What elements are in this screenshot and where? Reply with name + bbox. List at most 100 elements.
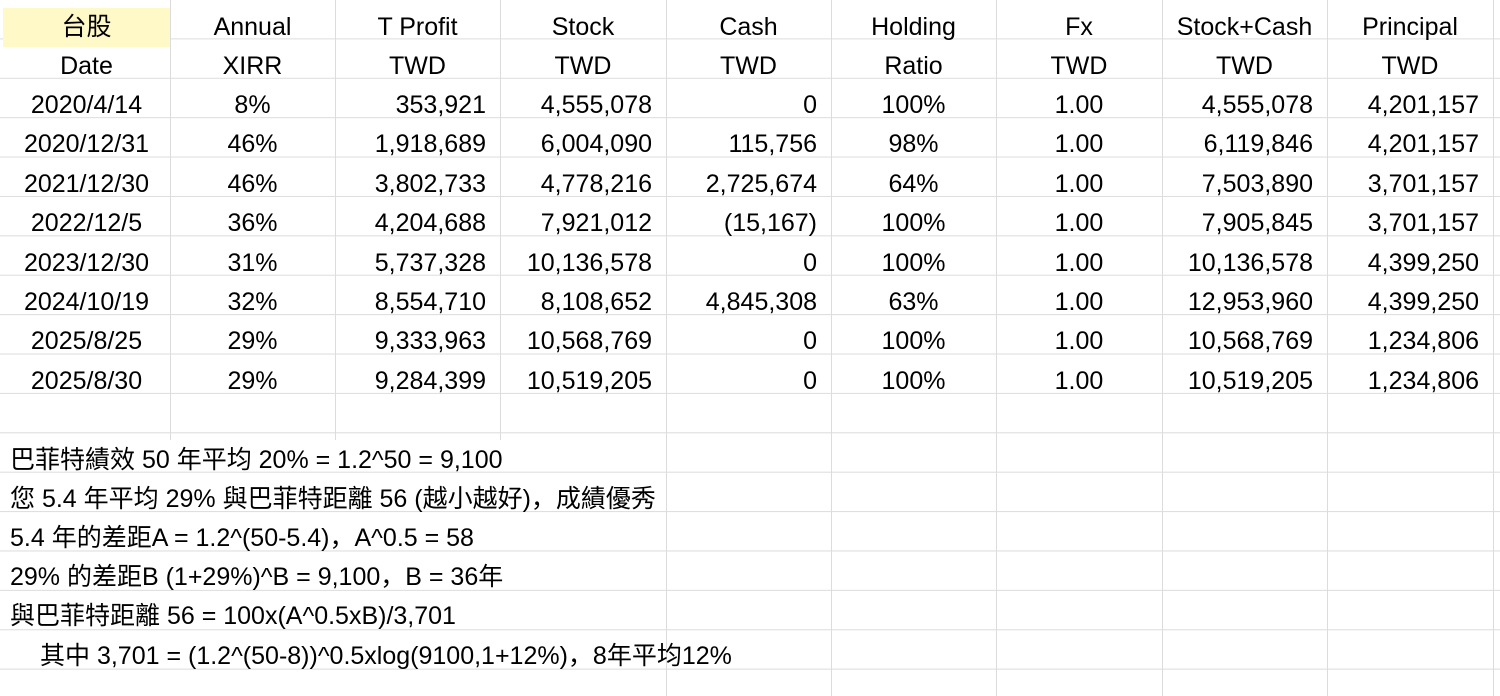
cell-stock[interactable]: 6,004,090: [500, 125, 666, 164]
cell-fx[interactable]: 1.00: [996, 125, 1162, 164]
header-cell-unit[interactable]: TWD: [996, 47, 1162, 86]
cell-date[interactable]: 2020/12/31: [3, 125, 170, 164]
cell-stock-cash[interactable]: 10,568,769: [1162, 322, 1327, 361]
header-cell-holding[interactable]: Holding: [831, 8, 996, 47]
cell-stock[interactable]: 4,778,216: [500, 165, 666, 204]
cell-principal[interactable]: 3,701,157: [1327, 165, 1493, 204]
cell-stock[interactable]: 4,555,078: [500, 86, 666, 125]
cell-fx[interactable]: 1.00: [996, 362, 1162, 401]
cell-holding-ratio[interactable]: 100%: [831, 86, 996, 125]
cell-cash[interactable]: 115,756: [666, 125, 831, 164]
table-row: 2024/10/19 32% 8,554,710 8,108,652 4,845,308…: [0, 283, 1500, 322]
cell-cash[interactable]: 4,845,308: [666, 283, 831, 322]
cell-principal[interactable]: 4,399,250: [1327, 244, 1493, 283]
cell-xirr[interactable]: 29%: [170, 362, 335, 401]
cell-stock[interactable]: 10,519,205: [500, 362, 666, 401]
cell-t-profit[interactable]: 353,921: [335, 86, 500, 125]
cell-fx[interactable]: 1.00: [996, 244, 1162, 283]
cell-t-profit[interactable]: 5,737,328: [335, 244, 500, 283]
cell-date[interactable]: 2021/12/30: [3, 165, 170, 204]
header-cell-market[interactable]: 台股: [3, 8, 170, 47]
cell-fx[interactable]: 1.00: [996, 283, 1162, 322]
cell-t-profit[interactable]: 1,918,689: [335, 125, 500, 164]
cell-cash[interactable]: 0: [666, 362, 831, 401]
cell-stock-cash[interactable]: 7,503,890: [1162, 165, 1327, 204]
cell-principal[interactable]: 1,234,806: [1327, 362, 1493, 401]
cell-stock-cash[interactable]: 7,905,845: [1162, 204, 1327, 243]
cell-date[interactable]: 2022/12/5: [3, 204, 170, 243]
header-cell-principal[interactable]: Principal: [1327, 8, 1493, 47]
cell-t-profit[interactable]: 4,204,688: [335, 204, 500, 243]
header-cell-stock-cash[interactable]: Stock+Cash: [1162, 8, 1327, 47]
header-cell-t-profit[interactable]: T Profit: [335, 8, 500, 47]
note-line[interactable]: 您 5.4 年平均 29% 與巴菲特距離 56 (越小越好)，成績優秀: [0, 480, 656, 519]
header-cell-unit[interactable]: TWD: [1327, 47, 1493, 86]
cell-date[interactable]: 2025/8/25: [3, 322, 170, 361]
header-cell-date[interactable]: Date: [3, 47, 170, 86]
cell-fx[interactable]: 1.00: [996, 204, 1162, 243]
cell-date[interactable]: 2023/12/30: [3, 244, 170, 283]
header-cell-cash[interactable]: Cash: [666, 8, 831, 47]
cell-stock[interactable]: 10,136,578: [500, 244, 666, 283]
cell-stock-cash[interactable]: 10,519,205: [1162, 362, 1327, 401]
header-cell-fx[interactable]: Fx: [996, 8, 1162, 47]
cell-t-profit[interactable]: 9,333,963: [335, 322, 500, 361]
cell-principal[interactable]: 3,701,157: [1327, 204, 1493, 243]
header-cell-ratio[interactable]: Ratio: [831, 47, 996, 86]
cell-xirr[interactable]: 46%: [170, 165, 335, 204]
cell-cash[interactable]: 2,725,674: [666, 165, 831, 204]
cell-t-profit[interactable]: 8,554,710: [335, 283, 500, 322]
table-row: 2020/12/31 46% 1,918,689 6,004,090 115,756 98…: [0, 125, 1500, 164]
cell-principal[interactable]: 4,201,157: [1327, 86, 1493, 125]
header-cell-xirr[interactable]: XIRR: [170, 47, 335, 86]
header-cell-stock[interactable]: Stock: [500, 8, 666, 47]
cell-fx[interactable]: 1.00: [996, 165, 1162, 204]
cell-stock-cash[interactable]: 10,136,578: [1162, 244, 1327, 283]
cell-cash[interactable]: 0: [666, 244, 831, 283]
cell-principal[interactable]: 4,399,250: [1327, 283, 1493, 322]
cell-holding-ratio[interactable]: 100%: [831, 204, 996, 243]
cell-date[interactable]: 2024/10/19: [3, 283, 170, 322]
cell-date[interactable]: 2025/8/30: [3, 362, 170, 401]
cell-holding-ratio[interactable]: 98%: [831, 125, 996, 164]
cell-holding-ratio[interactable]: 64%: [831, 165, 996, 204]
note-line[interactable]: 其中 3,701 = (1.2^(50-8))^0.5xlog(9100,1+1…: [0, 637, 732, 676]
cell-stock-cash[interactable]: 6,119,846: [1162, 125, 1327, 164]
header-cell-unit[interactable]: TWD: [335, 47, 500, 86]
header-cell-unit[interactable]: TWD: [500, 47, 666, 86]
note-line[interactable]: 29% 的差距B (1+29%)^B = 9,100，B = 36年: [0, 558, 503, 597]
header-cell-unit[interactable]: TWD: [666, 47, 831, 86]
cell-fx[interactable]: 1.00: [996, 86, 1162, 125]
cell-xirr[interactable]: 46%: [170, 125, 335, 164]
cell-stock[interactable]: 7,921,012: [500, 204, 666, 243]
note-line[interactable]: 5.4 年的差距A = 1.2^(50-5.4)，A^0.5 = 58: [0, 519, 474, 558]
cell-xirr[interactable]: 31%: [170, 244, 335, 283]
cell-holding-ratio[interactable]: 63%: [831, 283, 996, 322]
header-cell-annual[interactable]: Annual: [170, 8, 335, 47]
cell-xirr[interactable]: 36%: [170, 204, 335, 243]
cell-date[interactable]: 2020/4/14: [3, 86, 170, 125]
cell-stock[interactable]: 10,568,769: [500, 322, 666, 361]
cell-t-profit[interactable]: 9,284,399: [335, 362, 500, 401]
cell-principal[interactable]: 1,234,806: [1327, 322, 1493, 361]
cell-holding-ratio[interactable]: 100%: [831, 244, 996, 283]
header-cell-unit[interactable]: TWD: [1162, 47, 1327, 86]
note-line[interactable]: 與巴菲特距離 56 = 100x(A^0.5xB)/3,701: [0, 597, 456, 636]
cell-holding-ratio[interactable]: 100%: [831, 362, 996, 401]
cell-cash[interactable]: (15,167): [666, 204, 831, 243]
cell-stock-cash[interactable]: 4,555,078: [1162, 86, 1327, 125]
cell-xirr[interactable]: 29%: [170, 322, 335, 361]
cell-xirr[interactable]: 8%: [170, 86, 335, 125]
cell-principal[interactable]: 4,201,157: [1327, 125, 1493, 164]
cell-stock-cash[interactable]: 12,953,960: [1162, 283, 1327, 322]
cell-t-profit[interactable]: 3,802,733: [335, 165, 500, 204]
table-row: 2025/8/25 29% 9,333,963 10,568,769 0 100% 1.00…: [0, 322, 1500, 361]
cell-fx[interactable]: 1.00: [996, 322, 1162, 361]
cell-cash[interactable]: 0: [666, 86, 831, 125]
table-row: 2022/12/5 36% 4,204,688 7,921,012 (15,167) 10…: [0, 204, 1500, 243]
cell-stock[interactable]: 8,108,652: [500, 283, 666, 322]
note-line[interactable]: 巴菲特績效 50 年平均 20% = 1.2^50 = 9,100: [0, 441, 503, 480]
cell-xirr[interactable]: 32%: [170, 283, 335, 322]
cell-holding-ratio[interactable]: 100%: [831, 322, 996, 361]
cell-cash[interactable]: 0: [666, 322, 831, 361]
